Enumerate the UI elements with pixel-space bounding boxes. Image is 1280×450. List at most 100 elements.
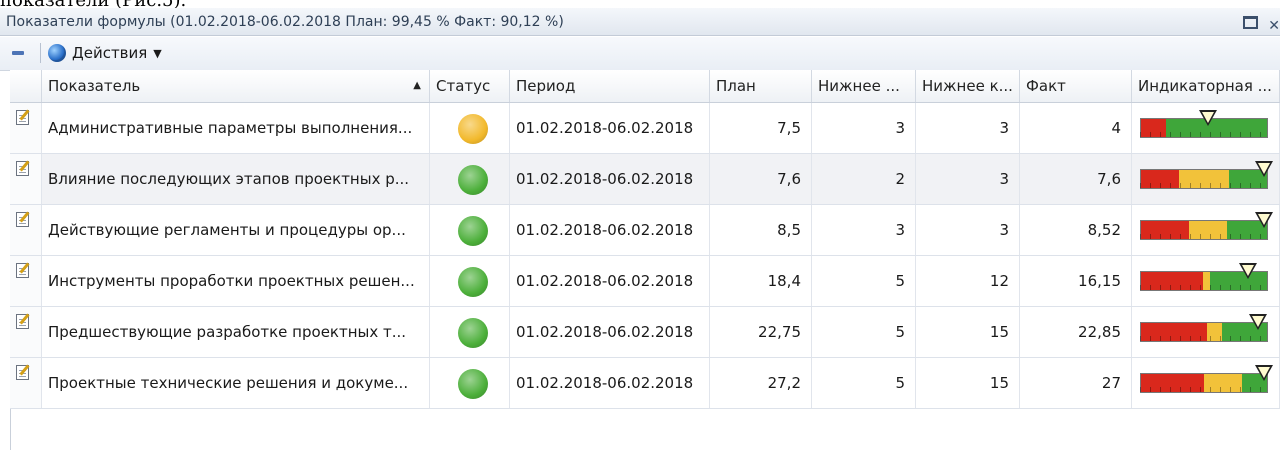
column-header-lower-2[interactable]: Нижнее к... xyxy=(916,70,1020,102)
indicator-value-marker-icon xyxy=(1255,212,1274,228)
status-circle-icon xyxy=(458,369,488,399)
indicators-panel: Показатели формулы (01.02.2018-06.02.201… xyxy=(0,8,1280,450)
column-header-plan[interactable]: План xyxy=(710,70,812,102)
panel-title-bar: Показатели формулы (01.02.2018-06.02.201… xyxy=(0,8,1280,36)
cell-indicator-scale xyxy=(1132,205,1280,255)
cell-lower1: 5 xyxy=(812,256,916,306)
cell-lower2: 15 xyxy=(916,307,1020,357)
column-header-status[interactable]: Статус xyxy=(430,70,510,102)
close-icon[interactable]: ✕ xyxy=(1268,12,1280,40)
indicator-value-marker-icon xyxy=(1255,365,1274,381)
cell-indicator-name: Инструменты проработки проектных решен..… xyxy=(42,256,430,306)
indicator-value-marker-icon xyxy=(1248,314,1267,330)
status-circle-icon xyxy=(458,216,488,246)
cell-lower2: 12 xyxy=(916,256,1020,306)
edit-record-icon[interactable] xyxy=(16,212,29,227)
table-row[interactable]: Предшествующие разработке проектных т...… xyxy=(10,307,1280,358)
row-selector xyxy=(10,154,42,204)
indicator-segment-yellow xyxy=(1188,221,1227,239)
cell-status xyxy=(430,307,510,357)
cell-fact: 7,6 xyxy=(1020,154,1132,204)
collapse-icon[interactable] xyxy=(12,51,24,55)
row-selector xyxy=(10,103,42,153)
row-selector xyxy=(10,205,42,255)
toolbar: Действия ▼ xyxy=(0,37,1280,71)
column-header-fact[interactable]: Факт xyxy=(1020,70,1132,102)
column-header-period[interactable]: Период xyxy=(510,70,710,102)
cell-status xyxy=(430,256,510,306)
cell-plan: 18,4 xyxy=(710,256,812,306)
table-row[interactable]: Административные параметры выполнения...… xyxy=(10,103,1280,154)
actions-label: Действия xyxy=(72,44,148,62)
row-selector xyxy=(10,307,42,357)
cell-fact: 8,52 xyxy=(1020,205,1132,255)
column-header-lower-1[interactable]: Нижнее ... xyxy=(812,70,916,102)
cell-status xyxy=(430,154,510,204)
edit-record-icon[interactable] xyxy=(16,110,29,125)
cell-plan: 8,5 xyxy=(710,205,812,255)
table-row[interactable]: Действующие регламенты и процедуры ор...… xyxy=(10,205,1280,256)
column-header-indicator-scale[interactable]: Индикаторная ... xyxy=(1132,70,1280,102)
indicator-segment-red xyxy=(1141,323,1207,341)
cell-plan: 22,75 xyxy=(710,307,812,357)
indicator-segment-yellow xyxy=(1202,272,1211,290)
header-row-selector[interactable] xyxy=(10,70,42,102)
cell-indicator-name: Административные параметры выполнения... xyxy=(42,103,430,153)
indicator-bar xyxy=(1140,373,1268,393)
cell-indicator-name: Проектные технические решения и докуме..… xyxy=(42,358,430,408)
sort-ascending-icon: ▲ xyxy=(413,80,421,91)
cell-indicator-name: Предшествующие разработке проектных т... xyxy=(42,307,430,357)
indicator-segment-yellow xyxy=(1178,170,1230,188)
indicator-segment-red xyxy=(1141,374,1204,392)
cell-indicator-name: Влияние последующих этапов проектных р..… xyxy=(42,154,430,204)
table-row[interactable]: Проектные технические решения и докуме..… xyxy=(10,358,1280,409)
cell-indicator-scale xyxy=(1132,256,1280,306)
cell-status xyxy=(430,358,510,408)
indicator-segment-red xyxy=(1141,221,1189,239)
edit-record-icon[interactable] xyxy=(16,365,29,380)
status-circle-icon xyxy=(458,165,488,195)
table-row[interactable]: Инструменты проработки проектных решен..… xyxy=(10,256,1280,307)
status-circle-icon xyxy=(458,318,488,348)
cell-lower2: 3 xyxy=(916,103,1020,153)
row-selector xyxy=(10,358,42,408)
status-circle-icon xyxy=(458,267,488,297)
cell-indicator-name: Действующие регламенты и процедуры ор... xyxy=(42,205,430,255)
cell-lower2: 3 xyxy=(916,154,1020,204)
indicator-value-marker-icon xyxy=(1238,263,1257,279)
cell-indicator-scale xyxy=(1132,358,1280,408)
cell-fact: 4 xyxy=(1020,103,1132,153)
actions-menu-button[interactable]: Действия ▼ xyxy=(48,41,162,65)
indicator-value-marker-icon xyxy=(1198,110,1217,126)
cell-plan: 7,6 xyxy=(710,154,812,204)
cell-lower1: 3 xyxy=(812,205,916,255)
edit-record-icon[interactable] xyxy=(16,263,29,278)
indicator-segment-yellow xyxy=(1204,374,1242,392)
toolbar-separator xyxy=(40,43,41,63)
cell-period: 01.02.2018-06.02.2018 xyxy=(510,205,710,255)
cell-fact: 22,85 xyxy=(1020,307,1132,357)
cell-lower2: 15 xyxy=(916,358,1020,408)
indicator-bar xyxy=(1140,169,1268,189)
cell-indicator-scale xyxy=(1132,307,1280,357)
grid-header: Показатель ▲ Статус Период План Нижнее .… xyxy=(10,70,1280,103)
status-circle-icon xyxy=(458,114,488,144)
column-header-indicator[interactable]: Показатель ▲ xyxy=(42,70,430,102)
indicator-value-marker-icon xyxy=(1255,161,1274,177)
globe-icon xyxy=(48,44,66,62)
cell-fact: 16,15 xyxy=(1020,256,1132,306)
indicator-bar xyxy=(1140,220,1268,240)
cell-status xyxy=(430,205,510,255)
cell-lower2: 3 xyxy=(916,205,1020,255)
table-row[interactable]: Влияние последующих этапов проектных р..… xyxy=(10,154,1280,205)
cell-indicator-scale xyxy=(1132,154,1280,204)
indicator-segment-red xyxy=(1141,170,1179,188)
chevron-down-icon: ▼ xyxy=(153,46,162,60)
edit-record-icon[interactable] xyxy=(16,314,29,329)
cell-fact: 27 xyxy=(1020,358,1132,408)
cell-lower1: 2 xyxy=(812,154,916,204)
cell-indicator-scale xyxy=(1132,103,1280,153)
indicator-segment-red xyxy=(1141,272,1203,290)
edit-record-icon[interactable] xyxy=(16,161,29,176)
maximize-icon[interactable] xyxy=(1243,16,1258,29)
